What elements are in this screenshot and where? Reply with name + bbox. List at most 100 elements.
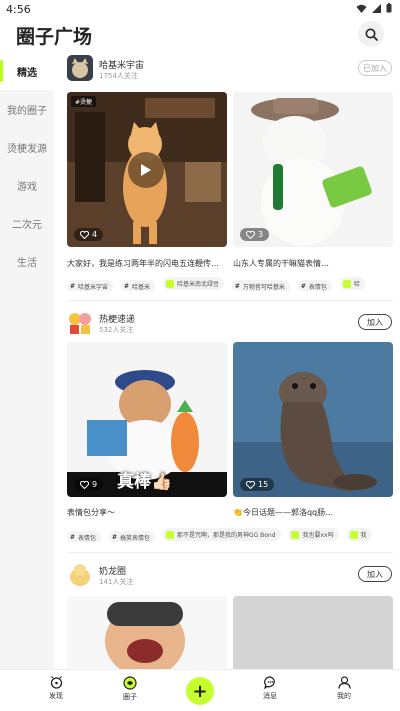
sidebar-item-anime[interactable]: 二次元: [0, 204, 54, 242]
image-placeholder: [233, 596, 393, 669]
circle-followers: 141人关注: [99, 578, 134, 586]
like-count[interactable]: 15: [240, 478, 275, 491]
sidebar-item-meme-origin[interactable]: 烫梗发源: [0, 128, 54, 166]
tab-circle[interactable]: 圈子: [110, 676, 150, 702]
like-number: 9: [92, 480, 98, 489]
post-caption: 表情包分享～: [67, 508, 115, 517]
hot-meme-badge: #烫梗: [71, 96, 97, 107]
tag-chip[interactable]: 哈: [339, 277, 365, 290]
circle-followers: 1754人关注: [99, 72, 138, 80]
heart-icon: [80, 230, 89, 239]
category-sidebar: 精选 我的圈子 烫梗发源 游戏 二次元 生活: [0, 52, 54, 669]
search-icon: [365, 28, 378, 41]
post-card[interactable]: #烫梗 4: [67, 92, 227, 247]
circle-name: 热梗速递: [99, 315, 136, 325]
topic-icon: [165, 279, 174, 288]
topic-icon: [342, 279, 351, 288]
topic-icon: [291, 530, 300, 539]
like-count[interactable]: 4: [74, 228, 104, 241]
post-caption: 山东人专属的干嘛猫表情…: [233, 259, 329, 268]
tag-chip[interactable]: 我: [346, 528, 372, 541]
page-title: 圈子广场: [16, 26, 93, 48]
hashtag-icon: #: [70, 282, 76, 290]
status-icons: [356, 3, 392, 13]
like-number: 3: [258, 230, 264, 239]
circle-header[interactable]: 奶龙圈 141人关注 加入: [54, 558, 400, 590]
circle-section: 哈基米宇宙 1754人关注 已加入 #烫梗 4 3 大家好，我是练习两年半的闪电…: [54, 52, 400, 291]
join-button[interactable]: 加入: [358, 566, 392, 582]
tag-chip[interactable]: # 表情包: [297, 279, 332, 291]
section-divider: [67, 552, 393, 553]
tag-chip[interactable]: # 搞笑表情包: [108, 530, 156, 542]
circle-name: 哈基米宇宙: [99, 61, 145, 71]
heart-icon: [246, 230, 255, 239]
join-button[interactable]: 加入: [358, 314, 392, 330]
tab-discover[interactable]: 发现: [36, 676, 76, 701]
tag-chip[interactable]: # 哈基米: [120, 279, 156, 291]
sidebar-item-games[interactable]: 游戏: [0, 166, 54, 204]
search-button[interactable]: [358, 21, 384, 47]
sidebar-item-featured[interactable]: 精选: [0, 52, 54, 90]
tag-chip[interactable]: # 万物皆可哈基米: [231, 279, 290, 291]
post-card[interactable]: [67, 596, 227, 669]
circle-header[interactable]: 哈基米宇宙 1754人关注 已加入: [54, 52, 400, 84]
circle-icon: [123, 676, 137, 690]
wifi-icon: [356, 4, 367, 13]
hashtag-icon: #: [111, 533, 117, 541]
message-icon: [263, 676, 275, 689]
sidebar-item-life[interactable]: 生活: [0, 242, 54, 280]
sea-lion-photo: [233, 342, 393, 497]
sidebar-item-my-circles[interactable]: 我的圈子: [0, 90, 54, 128]
tag-chip[interactable]: 我也要xx吗: [288, 528, 339, 541]
post-caption: 👏今日话题——郭洛qq肠…: [233, 508, 334, 517]
hashtag-icon: #: [70, 533, 76, 541]
post-card[interactable]: 真棒👍🏻 9: [67, 342, 227, 497]
cowboy-cat-photo: [233, 92, 393, 247]
circle-tags: # 表情包 # 搞笑表情包 那不是咒啊，那是我的男神GG Bond 我也要xx吗 我: [67, 528, 400, 542]
tab-messages[interactable]: 消息: [250, 676, 290, 701]
circle-feed: 哈基米宇宙 1754人关注 已加入 #烫梗 4 3 大家好，我是练习两年半的闪电…: [54, 52, 400, 669]
hashtag-icon: #: [300, 282, 306, 290]
topic-icon: [349, 530, 358, 539]
section-divider: [67, 300, 393, 301]
circle-section: 奶龙圈 141人关注 加入: [54, 558, 400, 669]
topic-icon: [165, 530, 174, 539]
play-icon: [141, 164, 151, 176]
tag-chip[interactable]: 哈基米南北绿豆: [162, 277, 224, 290]
hashtag-icon: #: [123, 282, 129, 290]
discover-icon: [50, 676, 62, 689]
battery-icon: [386, 3, 392, 13]
overlay-caption: 真棒👍🏻: [117, 472, 173, 492]
tag-chip[interactable]: # 表情包: [67, 530, 102, 542]
profile-icon: [337, 676, 351, 689]
joined-button[interactable]: 已加入: [358, 60, 392, 76]
circle-header[interactable]: 热梗速递 532人关注 加入: [54, 306, 400, 338]
circle-avatar: [67, 55, 93, 81]
post-card[interactable]: 15: [233, 342, 393, 497]
circle-followers: 532人关注: [99, 326, 134, 334]
status-bar: 4:56: [0, 0, 400, 18]
like-count[interactable]: 3: [240, 228, 270, 241]
create-post-button[interactable]: +: [186, 677, 214, 705]
status-time: 4:56: [6, 3, 31, 16]
tag-chip[interactable]: # 哈基米宇宙: [67, 279, 114, 291]
tab-label: 消息: [263, 692, 277, 700]
circle-avatar: [67, 309, 93, 335]
like-number: 15: [258, 480, 269, 489]
circle-avatar: [67, 561, 93, 587]
tab-label: 发现: [49, 692, 63, 700]
post-caption: 大家好，我是练习两年半的闪电五连鞭传…: [67, 259, 219, 268]
signal-icon: [372, 3, 381, 13]
post-card[interactable]: [233, 596, 393, 669]
heart-icon: [246, 480, 255, 489]
play-button[interactable]: [128, 152, 164, 188]
bottom-tab-bar: 发现 圈子 + 消息 我的: [0, 669, 400, 711]
tab-profile[interactable]: 我的: [324, 676, 364, 701]
like-count[interactable]: 9: [74, 478, 104, 491]
cartoon-character-image: [67, 596, 227, 669]
hashtag-icon: #: [234, 282, 240, 290]
app-header: 圈子广场: [0, 18, 400, 52]
post-card[interactable]: 3: [233, 92, 393, 247]
tag-chip[interactable]: 那不是咒啊，那是我的男神GG Bond: [162, 528, 281, 541]
tab-label: 圈子: [123, 693, 137, 701]
